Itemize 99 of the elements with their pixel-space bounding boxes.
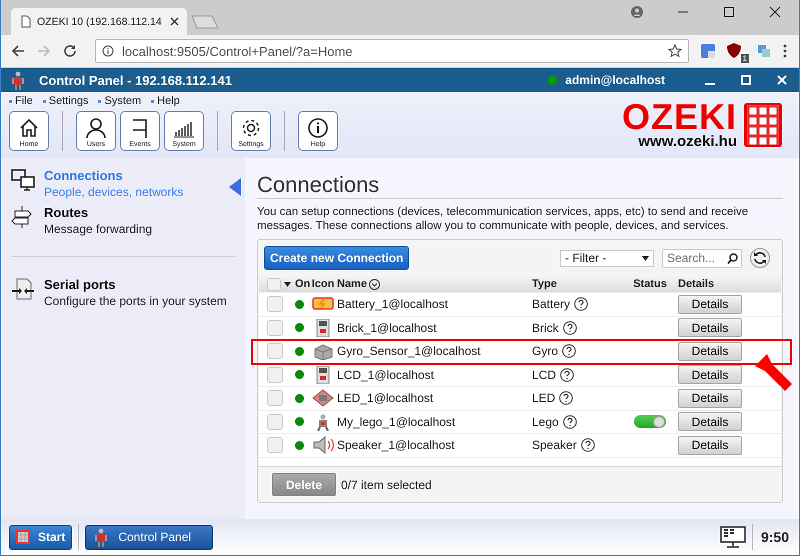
refresh-icon[interactable]: [750, 248, 770, 268]
connection-name: Gyro_Sensor_1@localhost: [337, 344, 481, 358]
star-icon[interactable]: [668, 44, 682, 58]
connection-name: Brick_1@localhost: [337, 320, 437, 335]
filter-dropdown[interactable]: - Filter -: [560, 250, 654, 266]
create-button[interactable]: Create new Connection: [264, 246, 410, 270]
type-text: Battery: [532, 297, 570, 312]
column-header: On: [295, 278, 310, 290]
select-all-checkbox[interactable]: [267, 278, 281, 290]
row-checkbox[interactable]: [267, 343, 283, 360]
arrow-icon: [753, 352, 793, 392]
start-button[interactable]: Start: [9, 524, 72, 550]
selection-count: 0/7 item selected: [341, 478, 432, 492]
type-text: LED: [532, 391, 556, 406]
description-text: You can setup connections (devices, telecommunication services, apps, etc) to send and receive messages. These connections allow you to communicate with people, devices, and services.: [257, 205, 750, 233]
clock-text: 9:50: [760, 529, 790, 545]
details-button[interactable]: Details: [678, 342, 742, 361]
app-title: Control Panel - 192.168.112.141: [39, 72, 232, 88]
close-icon[interactable]: [769, 6, 781, 18]
url-text: localhost:9505/Control+Panel/?a=Home: [122, 44, 354, 58]
type-text: Lego: [532, 414, 559, 429]
details-button[interactable]: Details: [678, 388, 742, 408]
menu-item[interactable]: Help: [151, 95, 180, 107]
column-header: Icon: [312, 278, 334, 290]
details-button[interactable]: Details: [678, 412, 742, 432]
person-icon: [85, 116, 107, 138]
logo-url: www.ozeki.hu: [638, 132, 737, 150]
row-checkbox[interactable]: [267, 437, 283, 454]
menu-item[interactable]: Settings: [42, 95, 88, 107]
menu-item[interactable]: System: [98, 95, 142, 107]
help-icon[interactable]: [559, 391, 574, 406]
type-text: Speaker: [532, 438, 577, 452]
sidebar-item[interactable]: Connections People, devices, networks: [11, 166, 245, 203]
menu-item[interactable]: File: [9, 95, 33, 107]
taskbar-window[interactable]: Control Panel: [85, 524, 214, 550]
speaker-icon: [312, 436, 334, 454]
sort-icon[interactable]: [368, 278, 380, 290]
keypad-icon: [743, 102, 783, 148]
connection-name: My_lego_1@localhost: [337, 414, 456, 429]
account-icon[interactable]: [631, 6, 643, 18]
info-icon: [307, 116, 329, 138]
monitor-icon[interactable]: [720, 526, 746, 548]
logo-name: OZEKI: [622, 100, 737, 132]
search-field[interactable]: Search...: [662, 248, 742, 268]
back-icon[interactable]: [11, 44, 25, 58]
help-icon[interactable]: [560, 368, 574, 382]
close-icon[interactable]: [170, 17, 179, 26]
pointer-icon: [229, 178, 241, 196]
row-checkbox[interactable]: [267, 296, 283, 312]
details-button[interactable]: Details: [678, 436, 742, 455]
reload-icon[interactable]: [63, 44, 77, 58]
row-checkbox[interactable]: [267, 414, 283, 430]
connection-name: Speaker_1@localhost: [337, 438, 455, 452]
column-header[interactable]: Name: [337, 278, 367, 290]
home-icon: [18, 116, 40, 138]
robot-icon: [11, 70, 25, 90]
shield-icon: [727, 43, 741, 58]
diamond-icon: [312, 389, 334, 408]
extension-badge: 1: [740, 54, 749, 63]
details-button[interactable]: Details: [678, 294, 742, 314]
sensor-icon: [312, 342, 334, 360]
type-text: Gyro: [532, 344, 558, 358]
help-icon[interactable]: [574, 297, 588, 312]
address-field[interactable]: localhost:9505/Control+Panel/?a=Home: [95, 39, 689, 63]
browser-tab[interactable]: OZEKI 10 (192.168.112.14: [11, 8, 187, 35]
search-icon: [727, 252, 738, 264]
connection-name: Battery_1@localhost: [337, 297, 448, 312]
connection-name: LED_1@localhost: [337, 391, 434, 406]
dropdown-icon[interactable]: [284, 282, 291, 286]
dropdown-icon: [642, 256, 649, 260]
sidebar-item[interactable]: Serial ports Configure the ports in your system: [11, 275, 245, 312]
details-button[interactable]: Details: [678, 365, 742, 384]
row-checkbox[interactable]: [267, 366, 283, 383]
tab-title: OZEKI 10 (192.168.112.14: [37, 16, 163, 28]
page-title: Connections: [257, 172, 783, 199]
help-icon[interactable]: [562, 344, 576, 358]
info-icon: [102, 45, 114, 57]
column-header: Type: [532, 278, 557, 290]
row-checkbox[interactable]: [267, 390, 283, 406]
maximize-icon[interactable]: [723, 6, 735, 18]
details-button[interactable]: Details: [678, 318, 742, 338]
help-icon[interactable]: [562, 414, 577, 429]
more-icon[interactable]: [783, 44, 787, 58]
help-icon[interactable]: [580, 438, 595, 452]
type-text: LCD: [532, 368, 556, 382]
user-name: admin@localhost: [565, 73, 665, 87]
connection-name: LCD_1@localhost: [337, 368, 434, 382]
help-icon[interactable]: [562, 320, 577, 335]
robot-icon: [94, 528, 108, 546]
toggle-switch[interactable]: [634, 415, 666, 428]
connections-icon: [11, 168, 35, 192]
type-text: Brick: [532, 320, 559, 335]
page-icon: [21, 15, 31, 28]
grid-icon: [16, 530, 30, 544]
column-header: Details: [678, 278, 714, 290]
row-checkbox[interactable]: [267, 320, 283, 336]
sidebar-item[interactable]: Routes Message forwarding: [11, 203, 245, 240]
column-header: Status: [633, 278, 667, 290]
serial-icon: [11, 277, 35, 301]
